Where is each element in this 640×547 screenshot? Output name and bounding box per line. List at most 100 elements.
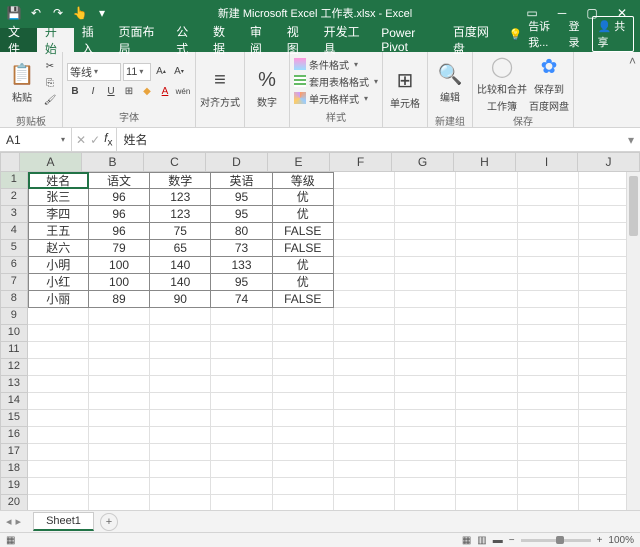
cell-B11[interactable] [89,342,150,359]
cell-F3[interactable] [334,206,395,223]
cell-D12[interactable] [211,359,272,376]
qat-customize-icon[interactable]: ▾ [94,5,110,21]
column-header-A[interactable]: A [20,152,82,172]
tab-powerpivot[interactable]: Power Pivot [373,28,445,52]
cell-I17[interactable] [518,444,579,461]
tab-file[interactable]: 文件 [0,28,37,52]
cell-D16[interactable] [211,427,272,444]
row-header-9[interactable]: 9 [0,308,28,325]
cell-I2[interactable] [518,189,579,206]
zoom-slider[interactable] [521,539,591,542]
row-header-20[interactable]: 20 [0,495,28,510]
cell-E14[interactable] [273,393,334,410]
row-header-19[interactable]: 19 [0,478,28,495]
cell-B20[interactable] [89,495,150,510]
border-button[interactable]: ⊞ [121,84,137,100]
cell-D1[interactable]: 英语 [211,172,272,189]
row-header-17[interactable]: 17 [0,444,28,461]
row-header-14[interactable]: 14 [0,393,28,410]
cell-G4[interactable] [395,223,456,240]
tab-baidu[interactable]: 百度网盘 [445,28,503,52]
column-header-E[interactable]: E [268,152,330,172]
cell-E7[interactable]: 优 [273,274,334,291]
cell-B3[interactable]: 96 [89,206,150,223]
row-header-16[interactable]: 16 [0,427,28,444]
cell-D17[interactable] [211,444,272,461]
cell-A14[interactable] [28,393,89,410]
cell-G14[interactable] [395,393,456,410]
login-button[interactable]: 登录 [569,18,587,50]
cell-H1[interactable] [456,172,517,189]
cell-H14[interactable] [456,393,517,410]
cell-G6[interactable] [395,257,456,274]
column-header-B[interactable]: B [82,152,144,172]
cell-F1[interactable] [334,172,395,189]
cell-A17[interactable] [28,444,89,461]
table-format-button[interactable]: 套用表格格式 ▾ [294,73,378,90]
cell-F12[interactable] [334,359,395,376]
add-sheet-button[interactable]: + [100,513,118,531]
cell-A3[interactable]: 李四 [28,206,89,223]
cell-G2[interactable] [395,189,456,206]
cell-G20[interactable] [395,495,456,510]
grow-font-icon[interactable]: A▴ [153,64,169,80]
cell-C8[interactable]: 90 [150,291,211,308]
shrink-font-icon[interactable]: A▾ [171,64,187,80]
cell-G10[interactable] [395,325,456,342]
cell-G17[interactable] [395,444,456,461]
cell-I12[interactable] [518,359,579,376]
cell-B6[interactable]: 100 [89,257,150,274]
cell-A12[interactable] [28,359,89,376]
cell-H19[interactable] [456,478,517,495]
tab-data[interactable]: 数据 [205,28,242,52]
cell-E16[interactable] [273,427,334,444]
save-icon[interactable]: 💾 [6,5,22,21]
cell-B12[interactable] [89,359,150,376]
cell-B18[interactable] [89,461,150,478]
normal-view-icon[interactable]: ▦ [462,535,471,546]
cell-E15[interactable] [273,410,334,427]
cell-A5[interactable]: 赵六 [28,240,89,257]
cell-A11[interactable] [28,342,89,359]
cell-I18[interactable] [518,461,579,478]
cell-D14[interactable] [211,393,272,410]
cell-D19[interactable] [211,478,272,495]
cell-C16[interactable] [150,427,211,444]
cell-F4[interactable] [334,223,395,240]
cell-H20[interactable] [456,495,517,510]
cell-H18[interactable] [456,461,517,478]
column-header-J[interactable]: J [578,152,640,172]
cell-H4[interactable] [456,223,517,240]
paste-button[interactable]: 📋 粘贴 [4,54,40,112]
font-color-button[interactable]: A [157,84,173,100]
row-header-11[interactable]: 11 [0,342,28,359]
cell-I8[interactable] [518,291,579,308]
cell-E2[interactable]: 优 [273,189,334,206]
cell-F13[interactable] [334,376,395,393]
cell-H13[interactable] [456,376,517,393]
column-header-C[interactable]: C [144,152,206,172]
cell-B15[interactable] [89,410,150,427]
tab-formulas[interactable]: 公式 [168,28,205,52]
undo-icon[interactable]: ↶ [28,5,44,21]
collapse-ribbon-icon[interactable]: ˄ [625,52,640,127]
cell-I7[interactable] [518,274,579,291]
cell-G15[interactable] [395,410,456,427]
cell-H12[interactable] [456,359,517,376]
cell-D7[interactable]: 95 [211,274,272,291]
cell-D20[interactable] [211,495,272,510]
column-header-H[interactable]: H [454,152,516,172]
cell-C14[interactable] [150,393,211,410]
cell-B4[interactable]: 96 [89,223,150,240]
cell-A2[interactable]: 张三 [28,189,89,206]
cell-E9[interactable] [273,308,334,325]
cell-I5[interactable] [518,240,579,257]
cell-I15[interactable] [518,410,579,427]
format-painter-icon[interactable]: 🖌 [42,92,58,108]
column-header-F[interactable]: F [330,152,392,172]
tell-me[interactable]: 告诉我... [528,18,562,50]
cell-D18[interactable] [211,461,272,478]
cell-H2[interactable] [456,189,517,206]
cell-C3[interactable]: 123 [150,206,211,223]
cell-H17[interactable] [456,444,517,461]
